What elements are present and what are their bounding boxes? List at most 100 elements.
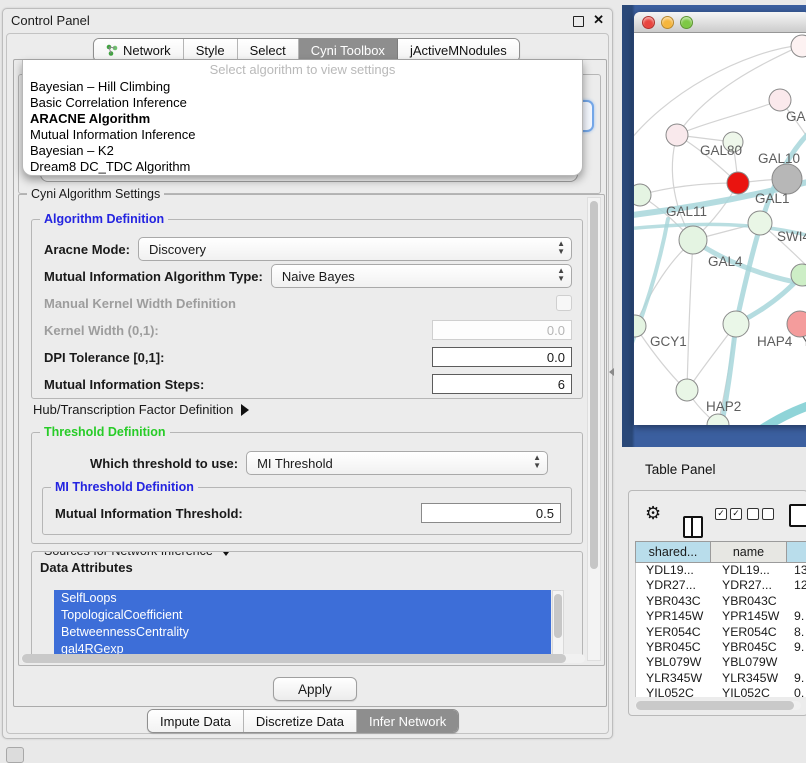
settings-vertical-scrollbar[interactable]	[587, 197, 601, 661]
splitter-collapse-icon[interactable]	[609, 368, 614, 376]
which-threshold-select[interactable]: MI Threshold ▲▼	[246, 451, 548, 475]
which-threshold-value: MI Threshold	[257, 456, 333, 471]
tab-label: Infer Network	[369, 714, 446, 729]
table-cell: YER054C	[722, 625, 777, 640]
table-column-header[interactable]	[787, 541, 806, 563]
table-cell: 8.	[794, 625, 804, 640]
tab-infer-network[interactable]: Infer Network	[357, 710, 458, 732]
close-traffic-light[interactable]	[642, 16, 655, 29]
algorithm-option[interactable]: Bayesian – K2	[23, 143, 582, 159]
network-node-label: GAL4	[708, 254, 743, 269]
close-icon[interactable]: ✕	[593, 12, 604, 28]
attributes-list-scrollbar[interactable]	[552, 590, 564, 659]
table-row[interactable]: YLR345WYLR345W9.	[636, 671, 806, 686]
attribute-list-item[interactable]: BetweennessCentrality	[54, 624, 551, 641]
algorithm-option[interactable]: Basic Correlation Inference	[23, 95, 582, 111]
apply-button[interactable]: Apply	[273, 677, 357, 701]
table-row[interactable]: YIL052CYIL052C0.	[636, 686, 806, 697]
table-cell: 9.	[794, 640, 804, 655]
tab-impute-data[interactable]: Impute Data	[148, 710, 244, 732]
deselect-all-icon[interactable]	[747, 508, 777, 520]
table-row[interactable]: YBR045C YBR045C 9.	[636, 640, 806, 655]
mi-threshold-field[interactable]: 0.5	[421, 503, 561, 523]
hub-definition-expander[interactable]: Hub/Transcription Factor Definition	[33, 402, 249, 417]
dock-mini-button[interactable]	[6, 747, 24, 763]
tab-network[interactable]: Network	[94, 39, 184, 61]
network-node[interactable]	[727, 172, 749, 194]
data-attributes-list[interactable]: SelfLoopsTopologicalCoefficientBetweenne…	[54, 590, 551, 659]
network-window-titlebar[interactable]	[634, 12, 806, 33]
network-node-label: GCY1	[650, 334, 687, 349]
tab-cyni-toolbox[interactable]: Cyni Toolbox	[299, 39, 398, 61]
select-all-icon[interactable]: ✓✓	[715, 508, 745, 520]
mi-steps-field[interactable]: 6	[432, 374, 572, 394]
column-selector-icon[interactable]	[683, 516, 703, 538]
mi-threshold-group: MI Threshold Definition Mutual Informati…	[42, 487, 572, 535]
table-cell: 9.	[794, 671, 804, 686]
tab-discretize-data[interactable]: Discretize Data	[244, 710, 357, 732]
float-window-icon[interactable]	[573, 16, 584, 27]
network-node[interactable]	[634, 184, 651, 206]
tab-select[interactable]: Select	[238, 39, 299, 61]
algorithm-option[interactable]: Mutual Information Inference	[23, 127, 582, 143]
network-node[interactable]	[772, 164, 802, 194]
kernel-width-label: Kernel Width (0,1):	[44, 323, 159, 338]
table-row[interactable]: YDR27...YDR27...12	[636, 578, 806, 593]
table-column-header[interactable]: name	[711, 541, 787, 563]
table-cell: YBR043C	[722, 594, 777, 609]
table-cell: YDR27...	[646, 578, 696, 593]
settings-horizontal-scrollbar[interactable]	[21, 654, 585, 663]
network-node[interactable]	[676, 379, 698, 401]
network-node[interactable]	[723, 311, 749, 337]
mi-algorithm-type-select[interactable]: Naive Bayes ▲▼	[271, 264, 572, 288]
table-row[interactable]: YDL19...YDL19...13	[636, 563, 806, 578]
table-row[interactable]: YBL079WYBL079W	[636, 655, 806, 670]
table-cell: YBR045C	[722, 640, 777, 655]
algorithm-popup-list: Bayesian – Hill ClimbingBasic Correlatio…	[23, 79, 582, 175]
algorithm-dropdown-popup: Select algorithm to view settings Bayesi…	[22, 60, 583, 176]
network-node[interactable]	[634, 315, 646, 337]
table-cell: YBR043C	[646, 594, 701, 609]
control-panel-body: Network StyleSelectCyni ToolboxjActiveMNo…	[6, 33, 609, 734]
network-node[interactable]	[679, 226, 707, 254]
kernel-width-field[interactable]: 0.0	[432, 320, 572, 340]
tab-style[interactable]: Style	[184, 39, 238, 61]
hub-definition-label: Hub/Transcription Factor Definition	[33, 402, 233, 417]
table-row[interactable]: YBR043C YBR043C	[636, 594, 806, 609]
algorithm-option[interactable]: ARACNE Algorithm	[23, 111, 582, 127]
stepper-arrows-icon: ▲▼	[533, 454, 541, 470]
table-cell: YDR27...	[722, 578, 772, 593]
table-cell: YIL052C	[646, 686, 694, 697]
attribute-list-item[interactable]: SelfLoops	[54, 590, 551, 607]
table-toolbar: ⚙ ✓✓	[629, 491, 806, 537]
stepper-arrows-icon: ▲▼	[557, 267, 565, 283]
network-edge	[640, 183, 736, 195]
table-row[interactable]: YPR145WYPR145W9.	[636, 609, 806, 624]
network-node[interactable]	[666, 124, 688, 146]
export-table-icon[interactable]	[789, 504, 806, 527]
tab-label: Discretize Data	[256, 714, 344, 729]
gear-icon[interactable]: ⚙	[645, 504, 661, 522]
network-edge	[762, 397, 806, 425]
tab-label: Impute Data	[160, 714, 231, 729]
table-rows: YDL19...YDL19...13YDR27...YDR27...12YBR0…	[635, 563, 806, 697]
network-node[interactable]	[748, 211, 772, 235]
table-cell: YBR045C	[646, 640, 701, 655]
manual-kernel-width-checkbox[interactable]	[556, 295, 572, 311]
minimize-traffic-light[interactable]	[661, 16, 674, 29]
algorithm-option[interactable]: Dream8 DC_TDC Algorithm	[23, 159, 582, 175]
attribute-list-item[interactable]: TopologicalCoefficient	[54, 607, 551, 624]
table-horizontal-scrollbar[interactable]	[635, 701, 801, 710]
network-node[interactable]	[791, 35, 806, 57]
tab-label: Network	[123, 43, 171, 58]
zoom-traffic-light[interactable]	[680, 16, 693, 29]
sources-group-title[interactable]: Sources for Network Inference	[40, 551, 236, 558]
table-row[interactable]: YER054CYER054C8.	[636, 625, 806, 640]
tab-jactivemnodules[interactable]: jActiveMNodules	[398, 39, 519, 61]
table-column-header[interactable]: shared...	[635, 541, 711, 563]
network-canvas[interactable]: GALGAL80GAL10GAL1GAL11SWI4GAL4GCY1HAP4YH…	[634, 33, 806, 425]
algorithm-option[interactable]: Bayesian – Hill Climbing	[23, 79, 582, 95]
aracne-mode-select[interactable]: Discovery ▲▼	[138, 237, 572, 261]
network-node[interactable]	[769, 89, 791, 111]
dpi-tolerance-field[interactable]: 0.0	[432, 347, 572, 367]
